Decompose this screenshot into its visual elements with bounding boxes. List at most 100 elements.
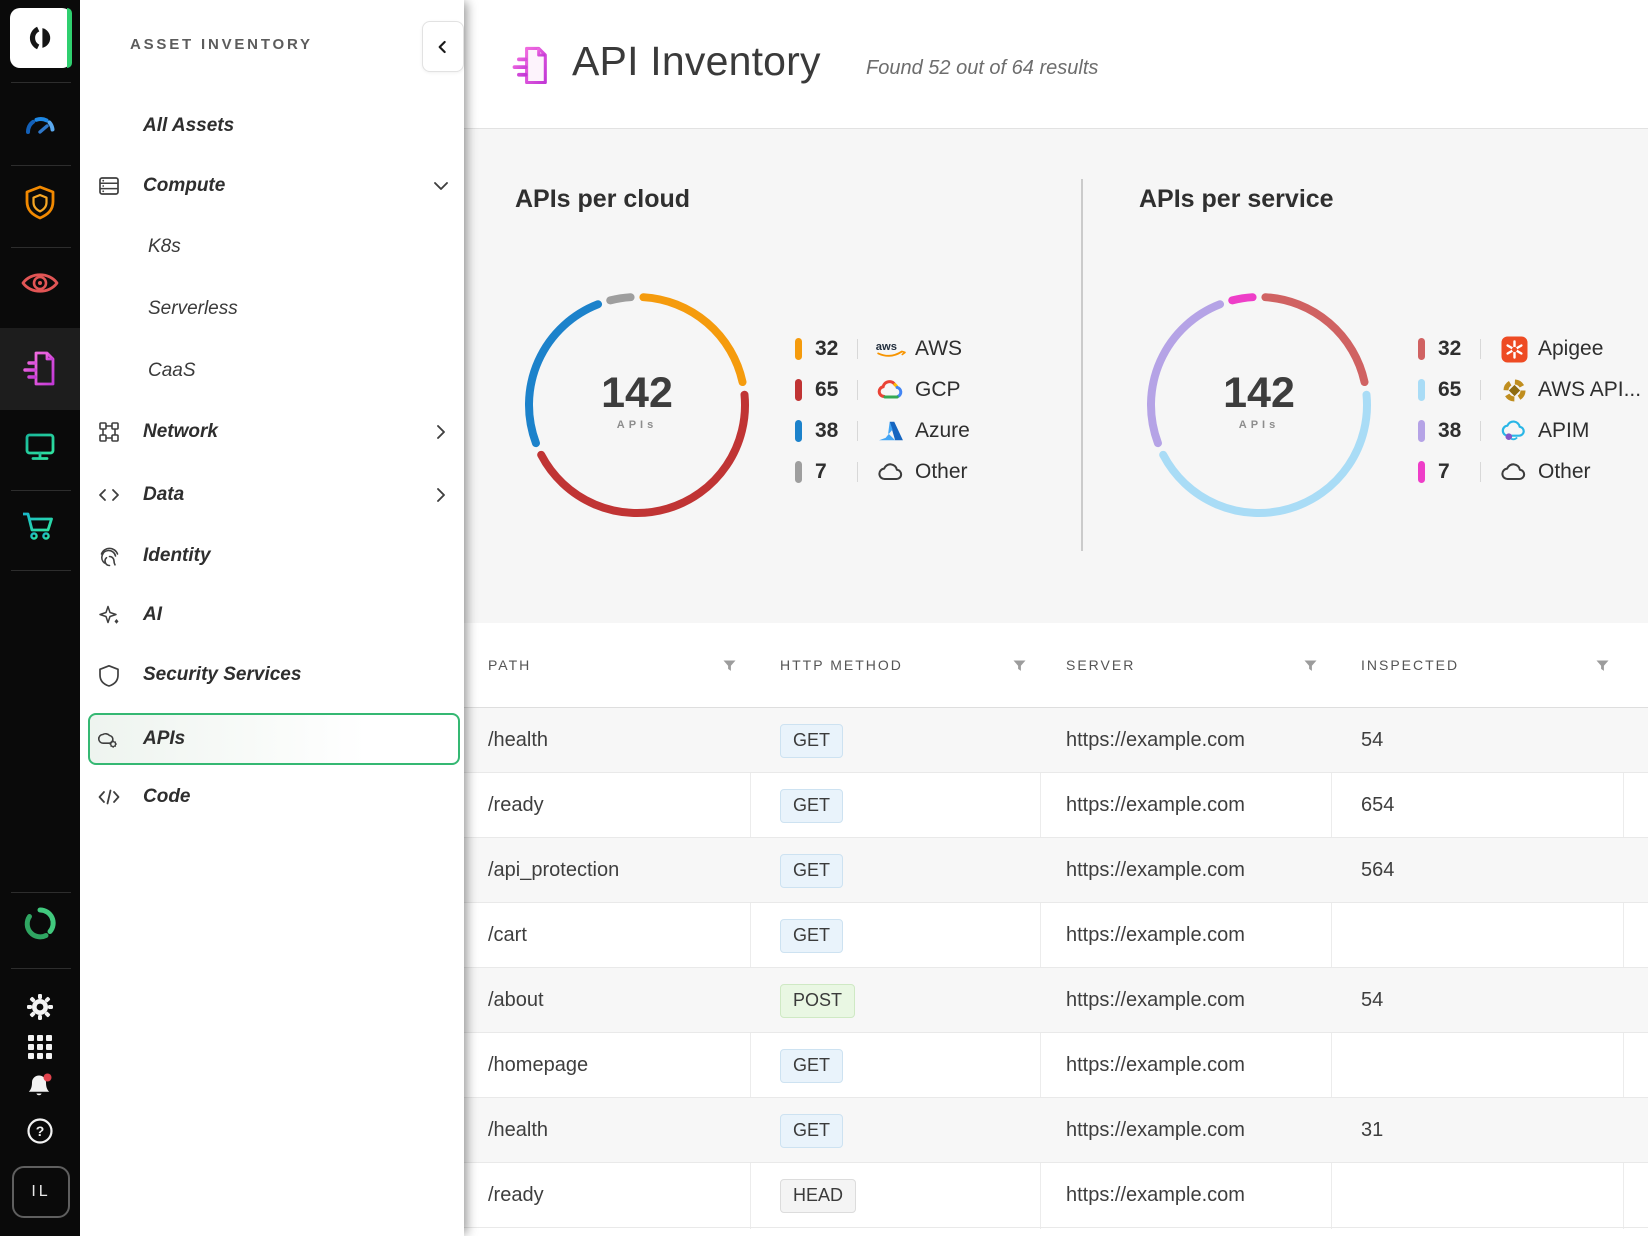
legend-color-bar	[795, 461, 802, 483]
legend-item-gcp[interactable]: 65 GCP	[795, 374, 961, 406]
sidebar-item-serverless[interactable]: Serverless	[80, 289, 464, 329]
app-icon-rail: ? IL	[0, 0, 80, 1236]
legend-separator	[857, 421, 858, 441]
notifications-bell-icon[interactable]	[0, 1061, 80, 1111]
legend-color-bar	[795, 420, 802, 442]
supply-chain-cart-icon[interactable]	[0, 501, 80, 551]
rail-divider	[11, 82, 71, 83]
sidebar-item-caas[interactable]: CaaS	[80, 351, 464, 391]
legend-item-apim[interactable]: 38 APIM	[1418, 415, 1589, 447]
cell-method: POST	[780, 968, 855, 1033]
legend-label: AWS	[915, 337, 962, 361]
sidebar-item-code[interactable]: Code	[80, 777, 464, 817]
sidebar-item-k8s[interactable]: K8s	[80, 227, 464, 267]
legend-item-azure[interactable]: 38 Azure	[795, 415, 970, 447]
legend-value: 65	[1438, 378, 1480, 402]
table-header: PATH HTTP METHOD SERVER INSPECTED	[464, 623, 1648, 708]
sidebar-item-all-assets[interactable]: All Assets	[80, 106, 464, 146]
legend-value: 32	[1438, 337, 1480, 361]
table-row[interactable]: /health GET https://example.com 31	[464, 1098, 1648, 1163]
shield-protection-icon[interactable]	[0, 178, 80, 228]
sidebar-item-security-services[interactable]: Security Services	[80, 655, 464, 695]
visibility-eye-icon[interactable]	[0, 258, 80, 308]
sidebar-item-label: K8s	[148, 236, 181, 258]
donut-chart-apis-per-cloud[interactable]	[519, 287, 755, 523]
chevron-down-icon[interactable]	[430, 175, 452, 197]
charts-panel: APIs per cloud APIs per service 142 APIs…	[464, 129, 1648, 623]
legend-label: APIM	[1538, 419, 1589, 443]
legend-item-aws-api-gateway[interactable]: 65 AWS API...	[1418, 374, 1641, 406]
table-row[interactable]: /api_protection GET https://example.com …	[464, 838, 1648, 903]
workloads-monitor-icon[interactable]	[0, 421, 80, 471]
legend-item-other-service[interactable]: 7 Other	[1418, 456, 1591, 488]
filter-icon[interactable]	[723, 660, 736, 672]
filter-icon[interactable]	[1596, 660, 1609, 672]
table-row[interactable]: /cart GET https://example.com	[464, 903, 1648, 968]
legend-label: Other	[1538, 460, 1591, 484]
table-row[interactable]: /health GET https://example.com 54	[464, 708, 1648, 773]
cell-path: /cart	[488, 903, 527, 968]
legend-separator	[1480, 339, 1481, 359]
cell-inspected: 564	[1361, 838, 1394, 903]
api-document-icon-selected[interactable]	[0, 328, 80, 410]
page-title: API Inventory	[572, 38, 821, 85]
table-row[interactable]: /homepage GET https://example.com	[464, 1033, 1648, 1098]
column-header-server[interactable]: SERVER	[1066, 657, 1135, 673]
cloud-outline-icon	[1498, 459, 1530, 485]
method-badge: GET	[780, 919, 843, 953]
filter-icon[interactable]	[1304, 660, 1317, 672]
column-header-path[interactable]: PATH	[488, 657, 531, 673]
legend-item-aws[interactable]: 32 aws AWS	[795, 333, 962, 365]
cloud-outline-icon	[875, 459, 907, 485]
sidebar-item-label: Network	[143, 421, 218, 443]
sidebar-item-apis[interactable]: APIs	[80, 719, 464, 759]
column-header-http-method[interactable]: HTTP METHOD	[780, 657, 903, 673]
rail-divider	[11, 570, 71, 571]
cell-path: /about	[488, 968, 544, 1033]
sidebar-item-label: All Assets	[143, 115, 234, 137]
method-badge: GET	[780, 854, 843, 888]
column-header-inspected[interactable]: INSPECTED	[1361, 657, 1459, 673]
legend-value: 38	[1438, 419, 1480, 443]
sidebar-title: ASSET INVENTORY	[130, 36, 313, 53]
table-row[interactable]: /ready HEAD https://example.com	[464, 1163, 1648, 1228]
legend-item-apigee[interactable]: 32 Apigee	[1418, 333, 1603, 365]
sidebar-item-compute[interactable]: Compute	[80, 166, 464, 206]
code-brackets-icon	[97, 483, 121, 507]
help-question-icon[interactable]: ?	[0, 1106, 80, 1156]
dashboard-gauge-icon[interactable]	[0, 101, 80, 151]
page-header: API Inventory Found 52 out of 64 results	[464, 0, 1648, 128]
sidebar-collapse-button[interactable]	[422, 21, 464, 72]
cell-server: https://example.com	[1066, 1033, 1245, 1098]
legend-item-other-cloud[interactable]: 7 Other	[795, 456, 968, 488]
azure-icon	[875, 418, 907, 444]
sidebar-item-label: CaaS	[148, 360, 196, 382]
shield-icon	[97, 663, 121, 687]
main-content: API Inventory Found 52 out of 64 results…	[464, 0, 1648, 1236]
table-row[interactable]: /ready GET https://example.com 654	[464, 773, 1648, 838]
app-logo[interactable]	[10, 8, 72, 68]
sync-ring-icon[interactable]	[0, 898, 80, 948]
sidebar-item-network[interactable]: Network	[80, 412, 464, 452]
cloud-gear-icon	[97, 727, 121, 751]
cell-server: https://example.com	[1066, 708, 1245, 773]
donut-chart-apis-per-service[interactable]	[1141, 287, 1377, 523]
method-badge: GET	[780, 1049, 843, 1083]
rail-divider	[11, 968, 71, 969]
legend-separator	[857, 339, 858, 359]
ai-sparkles-icon	[97, 603, 121, 627]
legend-value: 38	[815, 419, 857, 443]
user-avatar[interactable]: IL	[12, 1166, 70, 1218]
compute-server-icon	[97, 174, 121, 198]
cell-method: GET	[780, 1033, 843, 1098]
cell-server: https://example.com	[1066, 1098, 1245, 1163]
legend-label: Apigee	[1538, 337, 1603, 361]
cell-server: https://example.com	[1066, 1163, 1245, 1228]
chevron-right-icon[interactable]	[430, 484, 452, 506]
sidebar-item-identity[interactable]: Identity	[80, 536, 464, 576]
sidebar-item-data[interactable]: Data	[80, 475, 464, 515]
chevron-right-icon[interactable]	[430, 421, 452, 443]
filter-icon[interactable]	[1013, 660, 1026, 672]
table-row[interactable]: /about POST https://example.com 54	[464, 968, 1648, 1033]
sidebar-item-ai[interactable]: AI	[80, 595, 464, 635]
